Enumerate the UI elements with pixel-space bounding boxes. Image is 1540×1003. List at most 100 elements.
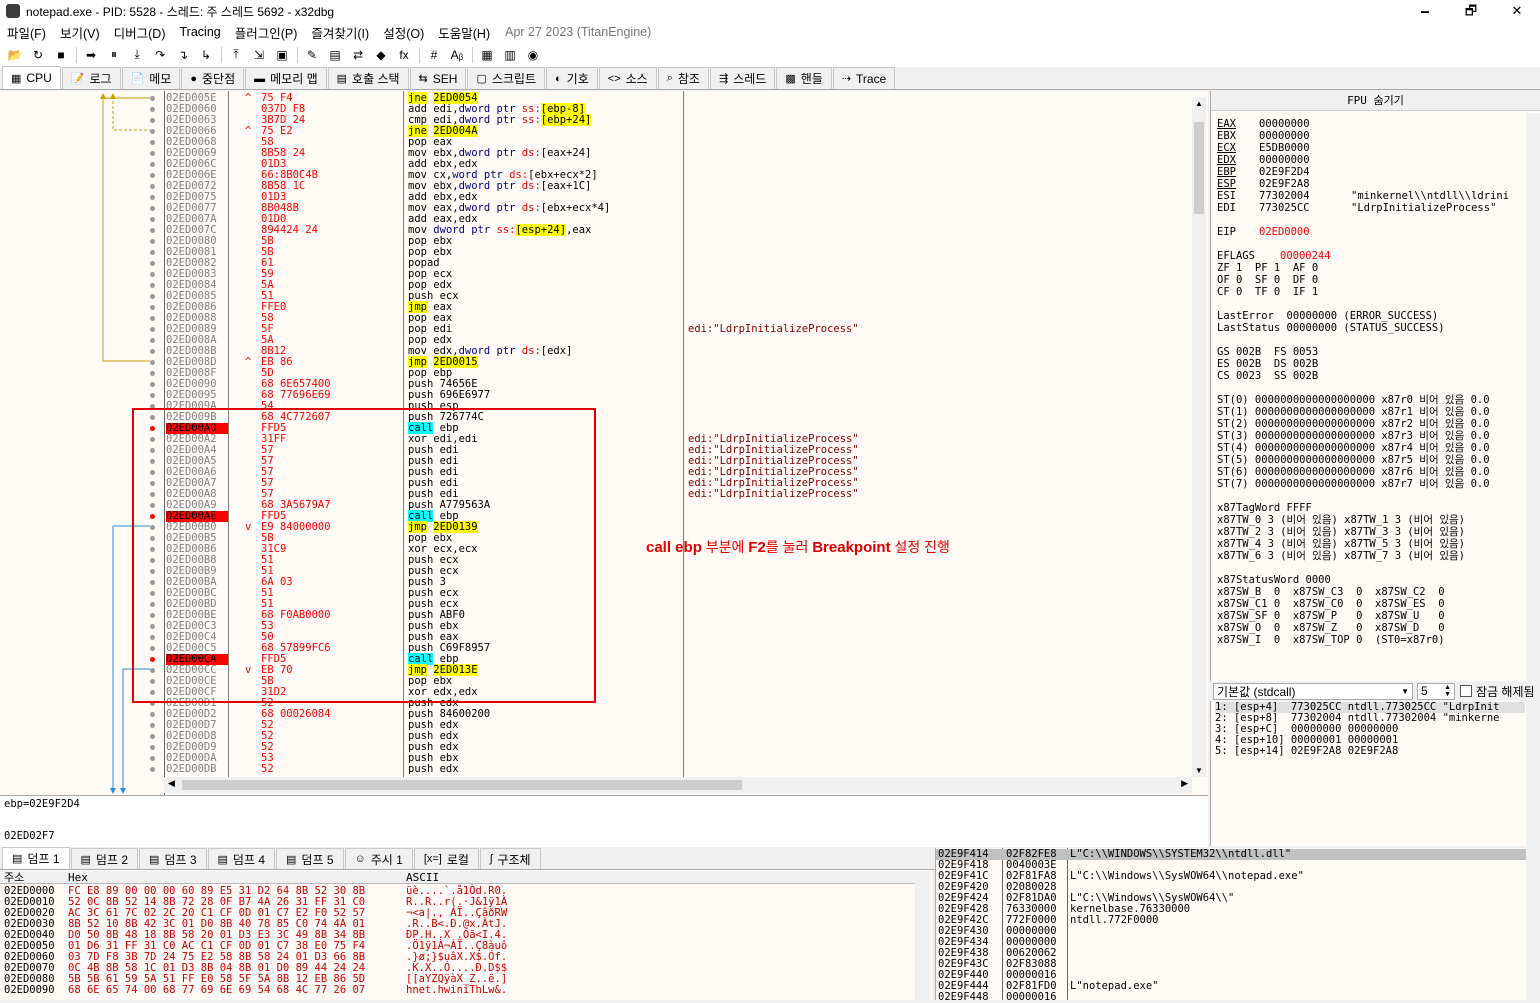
register-name[interactable]: ECX xyxy=(1217,143,1259,154)
register-value[interactable]: E5DB0000 xyxy=(1259,143,1351,154)
register-name[interactable]: EAX xyxy=(1217,119,1259,130)
register-value[interactable]: 77302004 xyxy=(1259,191,1351,202)
disasm-row[interactable]: 02ED00D2 68 00026084 push 84600200 xyxy=(165,709,1193,720)
disasm-row[interactable]: 02ED0080 5B pop ebx xyxy=(165,236,1193,247)
dump-tab-7[interactable]: ʃ 구조체 xyxy=(479,848,541,869)
tab-5[interactable]: ▤ 호출 스택 xyxy=(327,67,409,89)
toolbar-button-19[interactable]: ▦ xyxy=(476,45,498,65)
register-name[interactable]: EIP xyxy=(1217,227,1259,238)
breakpoint-slot[interactable] xyxy=(150,184,155,189)
args-vscroll[interactable] xyxy=(1526,701,1540,846)
calling-convention-select[interactable]: 기본값 (stdcall) ▼ xyxy=(1213,682,1413,700)
toolbar-button-0[interactable]: 📂 xyxy=(4,45,26,65)
breakpoint-slot[interactable] xyxy=(150,195,155,200)
scroll-up-icon[interactable]: ▲ xyxy=(1195,99,1203,108)
breakpoint-slot[interactable] xyxy=(150,96,155,101)
dump-row[interactable]: 02ED0090 68 6E 65 74 00 68 77 69 6E 69 54… xyxy=(0,985,915,996)
toolbar-button-1[interactable]: ↻ xyxy=(27,45,49,65)
argument-row[interactable]: 5: [esp+14] 02E9F2A8 02E9F2A8 xyxy=(1215,746,1398,757)
disasm-row[interactable]: 02ED008A 5A pop edx xyxy=(165,335,1193,346)
disasm-vscroll[interactable]: ▲ ▼ xyxy=(1192,97,1206,777)
breakpoint-slot[interactable] xyxy=(150,162,155,167)
disasm-row[interactable]: 02ED00DB 52 push edx xyxy=(165,764,1193,775)
disasm-row[interactable]: 02ED008D ^ EB 86 jmp 2ED0015 xyxy=(165,356,1193,368)
breakpoint-slot[interactable] xyxy=(150,756,155,761)
dump-tab-5[interactable]: ☺ 주시 1 xyxy=(344,848,413,869)
toolbar-button-11[interactable]: ▣ xyxy=(271,45,293,65)
toolbar-button-8[interactable]: ↳ xyxy=(195,45,217,65)
disasm-row[interactable]: 02ED0077 8B048B mov eax,dword ptr ds:[ebx+… xyxy=(165,203,1193,214)
tab-3[interactable]: ● 중단점 xyxy=(181,67,245,89)
spinner-arrows-icon[interactable]: ▲ ▼ xyxy=(1444,684,1451,698)
tab-8[interactable]: ◐ 기호 xyxy=(546,67,598,89)
tab-13[interactable]: ⇢ Trace xyxy=(832,67,896,89)
breakpoint-slot[interactable] xyxy=(150,338,155,343)
menu-view[interactable]: 보기(V) xyxy=(53,23,107,42)
register-name[interactable]: EBP xyxy=(1217,167,1259,178)
toolbar-button-21[interactable]: ◉ xyxy=(522,45,544,65)
register-value[interactable]: 00000000 xyxy=(1259,155,1351,166)
breakpoint-slot[interactable] xyxy=(150,173,155,178)
toolbar-button-7[interactable]: ↴ xyxy=(172,45,194,65)
disasm-row[interactable]: 02ED0084 5A pop edx xyxy=(165,280,1193,291)
toolbar-button-17[interactable]: # xyxy=(423,45,445,65)
toolbar-button-3[interactable]: ➡ xyxy=(80,45,102,65)
disasm-row[interactable]: 02ED008B 8B12 mov edx,dword ptr ds:[edx] xyxy=(165,346,1193,357)
close-button[interactable]: ✕ xyxy=(1494,0,1540,22)
disasm-row[interactable]: 02ED006C 01D3 add ebx,edx xyxy=(165,159,1193,170)
dump-tab-0[interactable]: ▤ 덤프 1 xyxy=(2,847,70,869)
arg-count-spinner[interactable]: 5 ▲ ▼ xyxy=(1417,682,1455,700)
breakpoint-slot[interactable] xyxy=(150,767,155,772)
breakpoint-slot[interactable] xyxy=(150,217,155,222)
dump-tab-1[interactable]: ▤ 덤프 2 xyxy=(70,848,138,869)
register-value[interactable]: 02ED0000 xyxy=(1259,226,1310,238)
toolbar-button-10[interactable]: ⇲ xyxy=(248,45,270,65)
breakpoint-slot[interactable] xyxy=(150,107,155,112)
disasm-hscroll[interactable]: ◀ ▶ xyxy=(164,777,1192,793)
register-name[interactable]: ESP xyxy=(1217,179,1259,190)
tab-9[interactable]: <> 소스 xyxy=(598,67,657,89)
toolbar-button-6[interactable]: ↷ xyxy=(149,45,171,65)
disasm-row[interactable]: 02ED007A 01D0 add eax,edx xyxy=(165,214,1193,225)
breakpoint-slot[interactable] xyxy=(150,118,155,123)
breakpoint-slot[interactable] xyxy=(150,327,155,332)
arguments-panel[interactable]: 1: [esp+4] 773025CC ntdll.773025CC "Ldrp… xyxy=(1210,701,1540,846)
tab-11[interactable]: ⇶ 스레드 xyxy=(709,67,776,89)
breakpoint-slot[interactable] xyxy=(150,294,155,299)
register-value[interactable]: 00000244 xyxy=(1280,250,1331,262)
disasm-row[interactable]: 02ED00D7 52 push edx xyxy=(165,720,1193,731)
breakpoint-slot[interactable] xyxy=(150,261,155,266)
toolbar-button-5[interactable]: ⤓ xyxy=(126,45,148,65)
toolbar-button-13[interactable]: ▤ xyxy=(324,45,346,65)
breakpoint-slot[interactable] xyxy=(150,349,155,354)
hscroll-thumb[interactable] xyxy=(182,780,742,790)
disasm-row[interactable]: 02ED0095 68 77696E69 push 696E6977 xyxy=(165,390,1193,401)
toolbar-button-15[interactable]: ◆ xyxy=(370,45,392,65)
toolbar-button-9[interactable]: ⤒ xyxy=(225,45,247,65)
disasm-row[interactable]: 02ED00D9 52 push edx xyxy=(165,742,1193,753)
disasm-row[interactable]: 02ED0083 59 pop ecx xyxy=(165,269,1193,280)
disasm-row[interactable]: 02ED00DA 53 push ebx xyxy=(165,753,1193,764)
toolbar-button-14[interactable]: ⇄ xyxy=(347,45,369,65)
dump-tab-4[interactable]: ▤ 덤프 5 xyxy=(276,848,344,869)
breakpoint-slot[interactable] xyxy=(150,239,155,244)
disasm-row[interactable]: 02ED0068 58 pop eax xyxy=(165,137,1193,148)
minimize-button[interactable]: 🗕 xyxy=(1402,0,1448,22)
disasm-row[interactable]: 02ED0082 61 popad xyxy=(165,258,1193,269)
breakpoint-slot[interactable] xyxy=(150,316,155,321)
disasm-row[interactable]: 02ED00D8 52 push edx xyxy=(165,731,1193,742)
breakpoint-slot[interactable] xyxy=(150,140,155,145)
scroll-down-icon[interactable]: ▼ xyxy=(1195,766,1203,775)
breakpoint-slot[interactable] xyxy=(150,228,155,233)
toolbar-button-2[interactable]: ■ xyxy=(50,45,72,65)
stack-row[interactable]: 02E9F448 00000016 xyxy=(936,992,1526,1003)
breakpoint-slot[interactable] xyxy=(150,371,155,376)
toolbar-button-20[interactable]: ▥ xyxy=(499,45,521,65)
register-value[interactable]: 02E9F2D4 xyxy=(1259,167,1351,178)
disasm-row[interactable]: 02ED005E ^ 75 F4 jne 2ED0054 xyxy=(165,92,1193,104)
tab-2[interactable]: 📄 메모 xyxy=(121,67,181,89)
breakpoint-slot[interactable] xyxy=(150,151,155,156)
dump-tab-6[interactable]: [x=] 로컬 xyxy=(413,848,479,869)
register-name[interactable]: ESI xyxy=(1217,191,1259,202)
breakpoint-slot[interactable] xyxy=(150,250,155,255)
